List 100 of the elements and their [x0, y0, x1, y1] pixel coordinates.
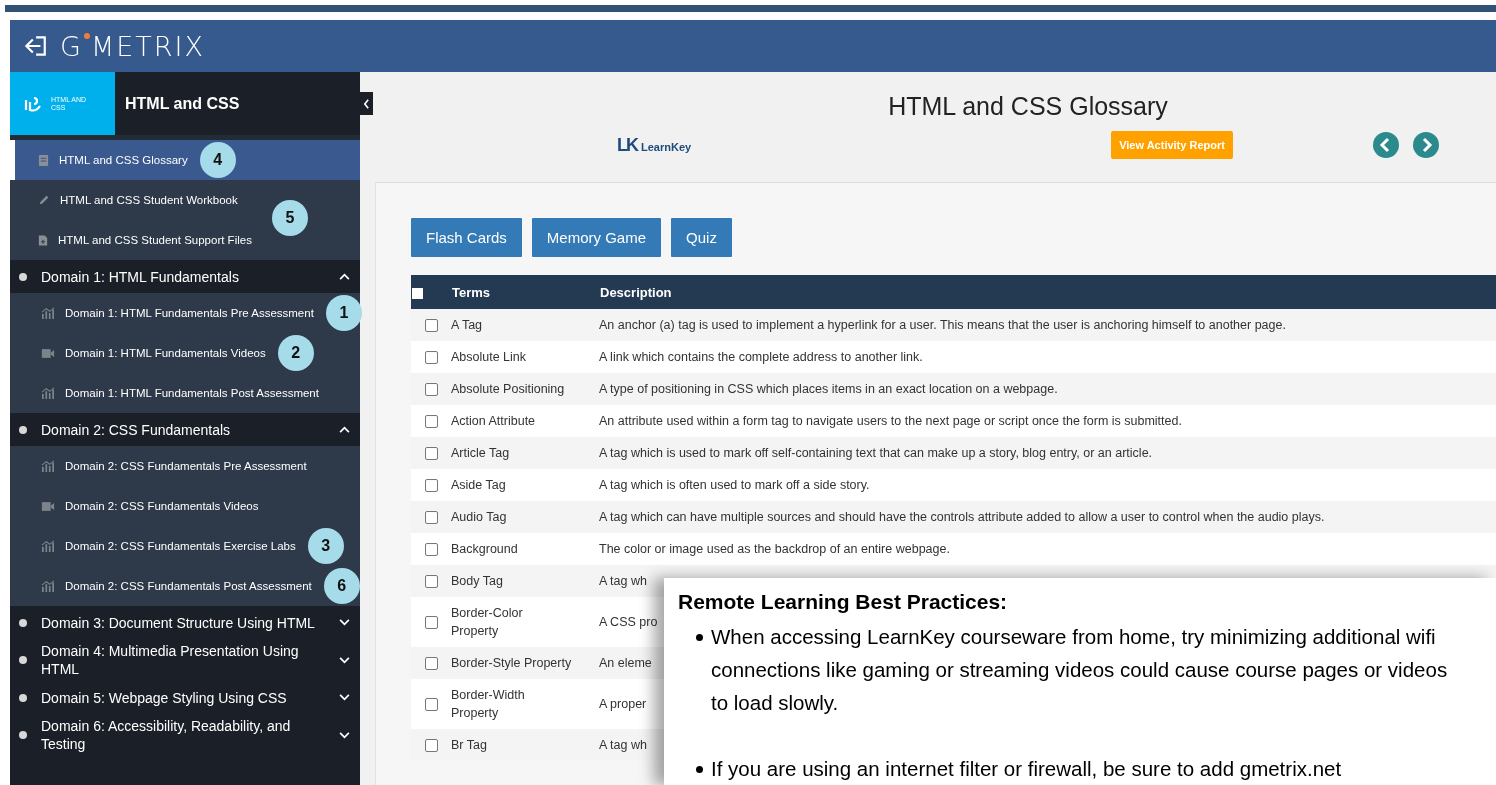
row-checkbox[interactable] [424, 511, 438, 525]
row-checkbox[interactable] [424, 543, 438, 557]
chart-icon [41, 580, 55, 592]
domain-header[interactable]: Domain 2: CSS Fundamentals [10, 413, 360, 446]
brand-logo: G METRIX [60, 30, 205, 62]
bullet-icon [19, 656, 27, 664]
exit-icon[interactable] [22, 35, 48, 57]
row-checkbox[interactable] [424, 739, 438, 753]
bullet-icon [19, 731, 27, 739]
term-cell-text: Border-Width Property [451, 687, 526, 722]
learnkey-logo: LK LearnKey [617, 134, 692, 156]
file-icon [38, 233, 48, 247]
next-icon[interactable] [1412, 132, 1439, 158]
description-cell: A tag which can have multiple sources and should have the controls attribute added to allow a user to control when the audio plays. [599, 510, 1325, 524]
description-cell: A link which contains the complete address to another link. [599, 350, 923, 364]
term-cell-text: Article Tag [451, 445, 510, 462]
term-cell-text: Absolute Link [451, 349, 527, 366]
domain-header[interactable]: Domain 6: Accessibility, Readability, and Testing [10, 714, 360, 756]
domain-label: Domain 5: Webpage Styling Using CSS [41, 688, 288, 707]
row-checkbox[interactable] [424, 657, 438, 671]
number-marker: 5 [272, 200, 308, 236]
description-cell: A tag wh [599, 574, 647, 588]
row-checkbox[interactable] [424, 698, 438, 712]
video-camera-icon [41, 500, 55, 512]
number-marker: 3 [307, 528, 344, 564]
description-cell: An attribute used within a form tag to navigate users to the next page or script once the form is submitted. [599, 414, 1182, 428]
module-label: Domain 2: CSS Fundamentals Pre Assessment [65, 460, 307, 472]
video-camera-icon [41, 347, 55, 359]
description-cell: A type of positioning in CSS which places items in an exact location on a webpage. [599, 382, 1058, 396]
term-cell-text: A Tag [451, 317, 483, 334]
module-item[interactable]: Domain 1: HTML Fundamentals Post Assessment [10, 373, 360, 413]
module-label: Domain 2: CSS Fundamentals Videos [65, 500, 259, 512]
chart-icon [41, 307, 55, 319]
term-cell-text: Audio Tag [451, 509, 507, 526]
module-item[interactable]: Domain 2: CSS Fundamentals Pre Assessment [10, 446, 360, 486]
domain-label: Domain 1: HTML Fundamentals [41, 267, 240, 286]
description-cell: A tag wh [599, 738, 647, 752]
row-checkbox[interactable] [424, 479, 438, 493]
module-item[interactable]: Domain 2: CSS Fundamentals Videos [10, 486, 360, 526]
domain-header[interactable]: Domain 3: Document Structure Using HTML [10, 606, 360, 639]
resource-label: HTML and CSS Student Support Files [58, 234, 252, 246]
description-cell: An anchor (a) tag is used to implement a hyperlink for a user. This means that the user is anchoring himself to another page. [599, 318, 1286, 332]
collapse-button[interactable] [360, 92, 373, 115]
term-cell-text: Aside Tag [451, 477, 506, 494]
description-cell: A CSS pro [599, 615, 658, 629]
bullet-icon [19, 425, 27, 434]
term-cell-text: Action Attribute [451, 413, 536, 430]
number-marker: 6 [323, 568, 360, 604]
module-item[interactable]: Domain 1: HTML Fundamentals Pre Assessment 1 [10, 293, 360, 333]
select-all-checkbox[interactable] [412, 287, 423, 299]
chart-icon [41, 460, 55, 472]
module-label: Domain 1: HTML Fundamentals Post Assessment [65, 387, 319, 399]
description-cell: An eleme [599, 656, 652, 670]
domain-label: Domain 4: Multimedia Presentation Using HTML [41, 642, 300, 678]
row-checkbox[interactable] [424, 319, 438, 333]
callout-text: If you are using an internet filter or firewall, be sure to add gmetrix.net [711, 756, 1343, 782]
previous-icon[interactable] [1372, 132, 1399, 158]
module-label: Domain 2: CSS Fundamentals Post Assessment [65, 580, 312, 592]
term-cell-text: Border-Color Property [451, 605, 524, 640]
domain-label: Domain 2: CSS Fundamentals [41, 420, 232, 439]
description-cell: A tag which is used to mark off self-containing text that can make up a story, blog entry, or an article. [599, 446, 1153, 460]
bullet-icon [19, 272, 27, 281]
column-header: Terms [451, 275, 599, 309]
number-marker: 1 [325, 295, 362, 331]
domain-header[interactable]: Domain 4: Multimedia Presentation Using HTML [10, 639, 360, 681]
domain-header[interactable]: Domain 5: Webpage Styling Using CSS [10, 681, 360, 714]
course-title: HTML and CSS [124, 93, 240, 114]
row-checkbox[interactable] [424, 575, 438, 589]
bullet-icon [696, 634, 703, 641]
resource-label: HTML and CSS Glossary [59, 154, 188, 166]
number-marker: 2 [277, 335, 314, 371]
resource-item[interactable]: HTML and CSS Glossary 4 [10, 140, 360, 180]
callout-text: When accessing LearnKey courseware from home, try minimizing additional wifi connections like gaming or streaming videos could cause course pages or videos to load slowly. [711, 624, 1449, 716]
resource-item[interactable]: HTML and CSS Student Support Files [10, 220, 260, 260]
page-title: HTML and CSS Glossary [888, 92, 1168, 121]
resource-item[interactable]: HTML and CSS Student Workbook [10, 180, 246, 220]
row-checkbox[interactable] [424, 616, 438, 630]
module-item[interactable]: Domain 2: CSS Fundamentals Exercise Labs 3 [10, 526, 360, 566]
chevron-left-icon [363, 98, 370, 109]
activity-button[interactable]: Memory Game [531, 218, 662, 257]
term-cell-text: Background [451, 541, 518, 558]
term-cell-text: Br Tag [451, 737, 487, 754]
domain-label: Domain 6: Accessibility, Readability, and Testing [41, 717, 292, 753]
bullet-icon [19, 618, 27, 627]
module-item[interactable]: Domain 2: CSS Fundamentals Post Assessment 6 [10, 566, 360, 606]
activity-button[interactable]: Quiz [671, 218, 732, 257]
row-checkbox[interactable] [424, 415, 438, 429]
callout-title: Remote Learning Best Practices: [678, 590, 1009, 614]
description-cell: A tag which is often used to mark off a side story. [599, 478, 870, 492]
domain-label: Domain 3: Document Structure Using HTML [41, 613, 316, 632]
number-marker: 4 [199, 142, 236, 178]
module-label: Domain 2: CSS Fundamentals Exercise Labs [65, 540, 296, 552]
chart-icon [41, 387, 55, 399]
module-item[interactable]: Domain 1: HTML Fundamentals Videos 2 [10, 333, 360, 373]
term-cell-text: Border-Style Property [451, 655, 572, 672]
domain-header[interactable]: Domain 1: HTML Fundamentals [10, 260, 360, 293]
activity-button[interactable]: Flash Cards [411, 218, 522, 257]
row-checkbox[interactable] [424, 447, 438, 461]
row-checkbox[interactable] [424, 351, 438, 365]
row-checkbox[interactable] [424, 383, 438, 397]
